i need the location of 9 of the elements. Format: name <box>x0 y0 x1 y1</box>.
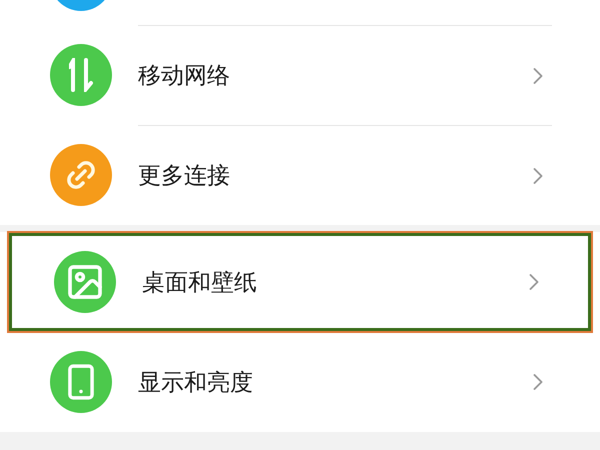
item-label: 更多连接 <box>138 162 230 191</box>
image-icon <box>65 262 105 302</box>
settings-item[interactable]: 桌面和壁纸 <box>8 232 592 332</box>
item-label: 移动网络 <box>138 62 230 91</box>
settings-item[interactable]: 移动网络 <box>0 25 600 125</box>
item-label: 显示和亮度 <box>138 368 253 398</box>
settings-item[interactable]: 更多连接 <box>0 125 600 225</box>
item-label: 桌面和壁纸 <box>142 268 257 298</box>
settings-item[interactable]: 显示和亮度 <box>0 332 600 432</box>
